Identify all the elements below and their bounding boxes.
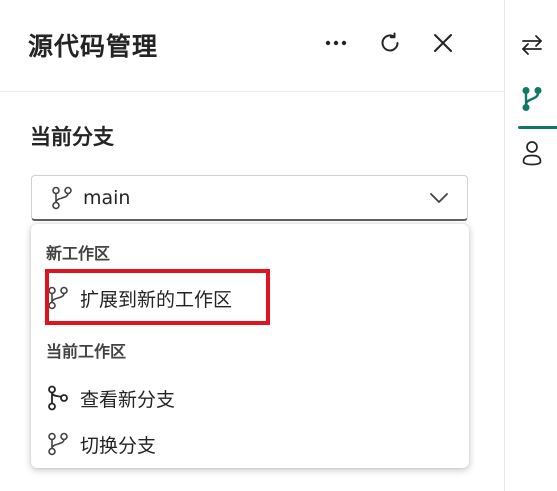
branch-icon bbox=[46, 431, 70, 457]
menu-item-extend-to-new-workspace[interactable]: 扩展到新的工作区 bbox=[46, 281, 232, 315]
rail-source-control-button[interactable] bbox=[515, 82, 549, 116]
selected-branch-value: main bbox=[83, 186, 131, 209]
right-activity-rail bbox=[504, 0, 557, 491]
more-horizontal-icon bbox=[325, 40, 347, 46]
menu-item-label: 切换分支 bbox=[80, 434, 157, 457]
branch-icon bbox=[51, 186, 73, 210]
menu-item-label: 查看新分支 bbox=[80, 388, 176, 411]
person-icon bbox=[522, 141, 542, 166]
close-button[interactable] bbox=[426, 26, 460, 60]
branch-icon bbox=[522, 87, 542, 111]
branch-dropdown-menu: 新工作区 扩展到新的工作区 当前工作区 查看新分支 切换分支 bbox=[31, 224, 469, 468]
group-label-new-workspace: 新工作区 bbox=[46, 244, 111, 263]
refresh-icon bbox=[381, 32, 399, 52]
chevron-down-icon bbox=[429, 189, 449, 208]
rail-active-indicator bbox=[518, 126, 557, 129]
group-label-current-workspace: 当前工作区 bbox=[46, 342, 127, 361]
refresh-button[interactable] bbox=[373, 26, 407, 60]
more-options-button[interactable] bbox=[319, 26, 353, 60]
branch-fork-icon bbox=[46, 385, 70, 411]
current-branch-label: 当前分支 bbox=[30, 125, 114, 149]
branch-icon bbox=[46, 285, 70, 311]
rail-person-button[interactable] bbox=[515, 136, 549, 170]
menu-item-label: 扩展到新的工作区 bbox=[80, 288, 233, 311]
panel-title: 源代码管理 bbox=[28, 32, 159, 61]
panel-header: 源代码管理 bbox=[0, 0, 504, 92]
menu-item-switch-branch[interactable]: 切换分支 bbox=[46, 427, 156, 461]
menu-item-view-new-branch[interactable]: 查看新分支 bbox=[46, 381, 175, 415]
rail-swap-button[interactable] bbox=[515, 28, 549, 62]
close-icon bbox=[434, 34, 452, 52]
swap-arrows-icon bbox=[522, 35, 542, 55]
source-control-panel: 源代码管理 当前分支 main 新工作区 扩展到新的工作区 当前工作区 查看新分… bbox=[0, 0, 504, 491]
branch-select[interactable]: main bbox=[31, 175, 468, 221]
